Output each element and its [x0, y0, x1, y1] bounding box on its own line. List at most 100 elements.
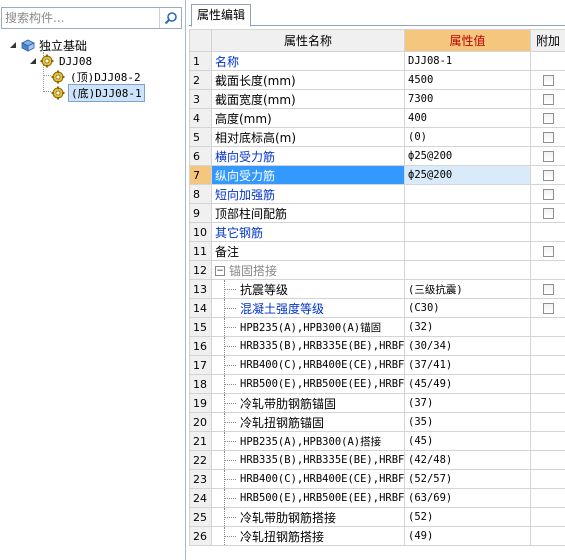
property-value[interactable]	[404, 184, 531, 204]
table-row[interactable]: 21 HPB235(A),HPB300(A)搭接 (45)	[189, 431, 565, 451]
table-row[interactable]: 1 名称 DJJ08-1	[189, 51, 565, 71]
property-name-text: HRB335(B),HRB335E(BE),HRBF	[240, 340, 405, 352]
property-name[interactable]: HPB235(A),HPB300(A)搭接	[211, 431, 405, 451]
tab-property-edit[interactable]: 属性编辑	[191, 4, 252, 27]
property-value[interactable]: ф25@200	[404, 146, 531, 166]
table-row-selected[interactable]: 7 纵向受力筋 ф25@200	[189, 165, 565, 185]
attach-checkbox[interactable]	[542, 170, 554, 181]
property-name[interactable]: 冷轧扭钢筋搭接	[211, 526, 405, 546]
property-value[interactable]: (52)	[404, 507, 531, 527]
table-row[interactable]: 4 高度(mm) 400	[189, 108, 565, 128]
table-row[interactable]: 25 冷轧带肋钢筋搭接 (52)	[189, 507, 565, 527]
table-row[interactable]: 8 短向加强筋	[189, 184, 565, 204]
property-name[interactable]: 冷轧扭钢筋锚固	[211, 412, 405, 432]
table-row[interactable]: 5 相对底标高(m) (0)	[189, 127, 565, 147]
property-name[interactable]: HRB500(E),HRB500E(EE),HRBF	[211, 374, 405, 394]
property-name[interactable]: 混凝土强度等级	[211, 298, 405, 318]
property-value[interactable]: (0)	[404, 127, 531, 147]
property-value[interactable]: ф25@200	[404, 165, 531, 185]
search-button[interactable]	[159, 8, 181, 28]
attach-checkbox[interactable]	[542, 246, 554, 257]
row-number: 8	[189, 184, 212, 204]
attach-checkbox[interactable]	[542, 75, 554, 86]
attach-checkbox[interactable]	[542, 303, 554, 314]
property-value[interactable]	[404, 241, 531, 261]
table-row[interactable]: 9 顶部柱间配筋	[189, 203, 565, 223]
collapse-triangle-icon[interactable]	[8, 40, 18, 50]
property-name[interactable]: 截面长度(mm)	[211, 70, 405, 90]
property-value[interactable]: (49)	[404, 526, 531, 546]
search-input[interactable]	[2, 8, 159, 28]
property-value[interactable]: (三级抗震)	[404, 279, 531, 299]
table-row[interactable]: 10 其它钢筋	[189, 222, 565, 242]
table-row[interactable]: 24 HRB500(E),HRB500E(EE),HRBF (63/69)	[189, 488, 565, 508]
table-row-group[interactable]: 12 − 锚固搭接	[189, 260, 565, 280]
table-row[interactable]: 19 冷轧带肋钢筋锚固 (37)	[189, 393, 565, 413]
table-row[interactable]: 20 冷轧扭钢筋锚固 (35)	[189, 412, 565, 432]
property-name[interactable]: HPB235(A),HPB300(A)锚固	[211, 317, 405, 337]
property-name[interactable]: 备注	[211, 241, 405, 261]
collapse-triangle-icon[interactable]	[28, 56, 38, 66]
property-group-name[interactable]: − 锚固搭接	[211, 260, 405, 280]
property-value[interactable]: (37/41)	[404, 355, 531, 375]
property-value[interactable]: (37)	[404, 393, 531, 413]
property-value[interactable]: (63/69)	[404, 488, 531, 508]
property-name[interactable]: HRB400(C),HRB400E(CE),HRBF	[211, 469, 405, 489]
table-row[interactable]: 15 HPB235(A),HPB300(A)锚固 (32)	[189, 317, 565, 337]
table-row[interactable]: 2 截面长度(mm) 4500	[189, 70, 565, 90]
attach-checkbox[interactable]	[542, 132, 554, 143]
property-value[interactable]: (C30)	[404, 298, 531, 318]
property-value[interactable]: (35)	[404, 412, 531, 432]
property-value[interactable]	[404, 222, 531, 242]
collapse-minus-icon[interactable]: −	[215, 266, 225, 276]
property-name[interactable]: 冷轧带肋钢筋锚固	[211, 393, 405, 413]
property-name[interactable]: HRB400(C),HRB400E(CE),HRBF	[211, 355, 405, 375]
table-row[interactable]: 17 HRB400(C),HRB400E(CE),HRBF (37/41)	[189, 355, 565, 375]
property-value[interactable]: DJJ08-1	[404, 51, 531, 71]
property-name[interactable]: 抗震等级	[211, 279, 405, 299]
property-value[interactable]: 7300	[404, 89, 531, 109]
attach-checkbox[interactable]	[542, 113, 554, 124]
table-row[interactable]: 26 冷轧扭钢筋搭接 (49)	[189, 526, 565, 546]
property-name[interactable]: HRB335(B),HRB335E(BE),HRBF	[211, 336, 405, 356]
property-name[interactable]: 高度(mm)	[211, 108, 405, 128]
attach-checkbox[interactable]	[542, 189, 554, 200]
tree-node-child-bottom[interactable]: (底)DJJ08-1	[49, 84, 145, 102]
component-tree-panel: 独立基础 DJJ08	[0, 0, 186, 560]
property-value[interactable]: (45/49)	[404, 374, 531, 394]
table-row[interactable]: 18 HRB500(E),HRB500E(EE),HRBF (45/49)	[189, 374, 565, 394]
property-name[interactable]: 截面宽度(mm)	[211, 89, 405, 109]
property-name[interactable]: 其它钢筋	[211, 222, 405, 242]
property-value[interactable]: 4500	[404, 70, 531, 90]
attach-checkbox[interactable]	[542, 151, 554, 162]
property-name[interactable]: 相对底标高(m)	[211, 127, 405, 147]
property-name[interactable]: 名称	[211, 51, 405, 71]
row-number: 9	[189, 203, 212, 223]
property-value[interactable]: (32)	[404, 317, 531, 337]
property-value[interactable]: (42/48)	[404, 450, 531, 470]
table-row[interactable]: 14 混凝土强度等级 (C30)	[189, 298, 565, 318]
table-row[interactable]: 16 HRB335(B),HRB335E(BE),HRBF (30/34)	[189, 336, 565, 356]
property-value[interactable]: (30/34)	[404, 336, 531, 356]
property-name[interactable]: 纵向受力筋	[211, 165, 405, 185]
property-name[interactable]: 顶部柱间配筋	[211, 203, 405, 223]
property-name[interactable]: 短向加强筋	[211, 184, 405, 204]
property-name[interactable]: 冷轧带肋钢筋搭接	[211, 507, 405, 527]
property-value[interactable]: (52/57)	[404, 469, 531, 489]
table-row[interactable]: 6 横向受力筋 ф25@200	[189, 146, 565, 166]
property-value[interactable]: 400	[404, 108, 531, 128]
table-row[interactable]: 22 HRB335(B),HRB335E(BE),HRBF (42/48)	[189, 450, 565, 470]
table-row[interactable]: 13 抗震等级 (三级抗震)	[189, 279, 565, 299]
tree-root-label: 独立基础	[39, 38, 88, 53]
property-value[interactable]	[404, 203, 531, 223]
table-row[interactable]: 3 截面宽度(mm) 7300	[189, 89, 565, 109]
table-row[interactable]: 23 HRB400(C),HRB400E(CE),HRBF (52/57)	[189, 469, 565, 489]
attach-checkbox[interactable]	[542, 208, 554, 219]
property-name[interactable]: HRB500(E),HRB500E(EE),HRBF	[211, 488, 405, 508]
property-value[interactable]: (45)	[404, 431, 531, 451]
property-name[interactable]: HRB335(B),HRB335E(BE),HRBF	[211, 450, 405, 470]
attach-checkbox[interactable]	[542, 94, 554, 105]
attach-checkbox[interactable]	[542, 284, 554, 295]
table-row[interactable]: 11 备注	[189, 241, 565, 261]
property-name[interactable]: 横向受力筋	[211, 146, 405, 166]
